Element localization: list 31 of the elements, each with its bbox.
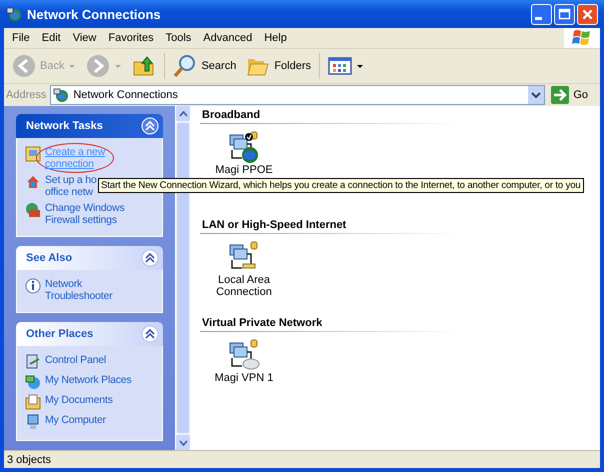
task-link[interactable]: My Computer xyxy=(45,414,106,426)
window-title: Network Connections xyxy=(27,6,161,22)
task-link[interactable]: Change Windows Firewall settings xyxy=(45,202,124,226)
menu-item[interactable]: View xyxy=(66,32,102,44)
menu-item[interactable]: Help xyxy=(258,32,293,44)
group-header: Virtual Private Network xyxy=(200,316,462,332)
address-label: Address xyxy=(6,89,46,101)
connection-label[interactable]: Magi PPOE xyxy=(215,164,273,176)
menu-item[interactable]: File xyxy=(6,32,36,44)
panel-header[interactable]: See Also xyxy=(16,246,163,270)
address-value: Network Connections xyxy=(73,89,179,101)
group-header: LAN or High-Speed Internet xyxy=(200,218,462,234)
connection-label[interactable]: Local Area Connection xyxy=(216,274,272,298)
folders-button[interactable]: Folders xyxy=(242,52,316,80)
go-button[interactable]: Go xyxy=(549,86,598,104)
panel-header[interactable]: Other Places xyxy=(16,322,163,346)
menu-item[interactable]: Edit xyxy=(36,32,67,44)
menu-item[interactable]: Favorites xyxy=(102,32,160,44)
task-link[interactable]: Control Panel xyxy=(45,354,106,366)
tooltip: Start the New Connection Wizard, which helps you create a connection to the Internet, to another computer, or to you xyxy=(98,178,584,193)
address-field[interactable]: Network Connections xyxy=(50,85,546,105)
menu-item[interactable]: Tools xyxy=(160,32,198,44)
task-link[interactable]: Set up a ho office netw xyxy=(45,174,97,198)
panel-header[interactable]: Network Tasks xyxy=(16,114,163,138)
menu-item[interactable]: Advanced xyxy=(197,32,258,44)
status-bar: 3 objects xyxy=(4,450,600,468)
task-link[interactable]: My Documents xyxy=(45,394,113,406)
task-link[interactable]: My Network Places xyxy=(45,374,132,386)
group-header: Broadband xyxy=(200,108,462,124)
search-button[interactable]: Search xyxy=(169,52,240,80)
connection-label[interactable]: Magi VPN 1 xyxy=(214,372,274,384)
